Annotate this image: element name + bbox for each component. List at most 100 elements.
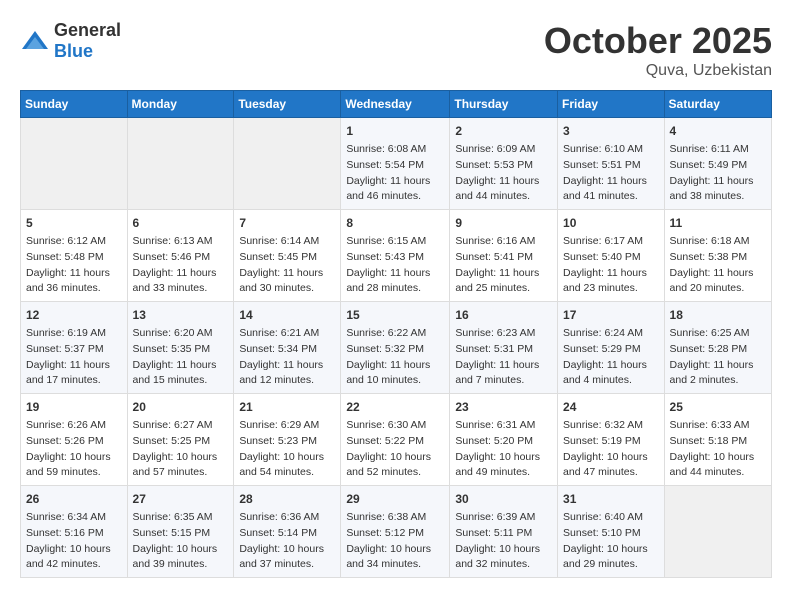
daylight-text: Daylight: 11 hours and 15 minutes. [133,359,217,387]
calendar-day-cell: 26Sunrise: 6:34 AMSunset: 5:16 PMDayligh… [21,486,128,578]
daylight-text: Daylight: 10 hours and 59 minutes. [26,451,111,479]
daylight-text: Daylight: 11 hours and 17 minutes. [26,359,110,387]
sunrise-text: Sunrise: 6:17 AM [563,235,643,247]
title-area: October 2025 Quva, Uzbekistan [544,20,772,80]
daylight-text: Daylight: 11 hours and 20 minutes. [670,267,754,295]
sunrise-text: Sunrise: 6:11 AM [670,143,749,155]
logo-text-blue: Blue [54,41,93,61]
logo: General Blue [20,20,121,62]
weekday-header-cell: Wednesday [341,91,450,118]
calendar-day-cell: 27Sunrise: 6:35 AMSunset: 5:15 PMDayligh… [127,486,234,578]
sunset-text: Sunset: 5:53 PM [455,159,533,171]
daylight-text: Daylight: 11 hours and 44 minutes. [455,175,539,203]
daylight-text: Daylight: 10 hours and 54 minutes. [239,451,324,479]
sunset-text: Sunset: 5:28 PM [670,343,748,355]
sunrise-text: Sunrise: 6:29 AM [239,419,319,431]
daylight-text: Daylight: 11 hours and 30 minutes. [239,267,323,295]
sunrise-text: Sunrise: 6:26 AM [26,419,106,431]
day-number: 13 [133,306,229,324]
calendar-day-cell: 7 Sunrise: 6:14 AM Sunset: 5:45 PM Daylight… [234,210,341,302]
calendar-week-row: 5Sunrise: 6:12 AMSunset: 5:48 PMDaylight… [21,210,772,302]
day-number: 20 [133,398,229,416]
calendar-day-cell: 19Sunrise: 6:26 AMSunset: 5:26 PMDayligh… [21,394,128,486]
day-number: 5 [26,214,122,232]
sunrise-text: Sunrise: 6:25 AM [670,327,750,339]
sunrise-text: Sunrise: 6:18 AM [670,235,750,247]
weekday-header-cell: Friday [558,91,665,118]
sunrise-text: Sunrise: 6:15 AM [346,235,426,247]
calendar-day-cell: 29Sunrise: 6:38 AMSunset: 5:12 PMDayligh… [341,486,450,578]
day-number: 19 [26,398,122,416]
calendar-day-cell: 20 Sunrise: 6:27 AM Sunset: 5:25 PM Dayligh… [127,394,234,486]
day-number: 11 [670,214,766,232]
sunrise-text: Sunrise: 6:31 AM [455,419,535,431]
weekday-header-cell: Tuesday [234,91,341,118]
daylight-text: Daylight: 11 hours and 33 minutes. [133,267,217,295]
calendar-day-cell: 23Sunrise: 6:31 AMSunset: 5:20 PMDayligh… [450,394,558,486]
day-number: 27 [133,490,229,508]
day-number: 23 [455,398,552,416]
day-number: 24 [563,398,659,416]
calendar-day-cell: 11 Sunrise: 6:18 AM Sunset: 5:38 PM Dayligh… [664,210,771,302]
day-number: 25 [670,398,766,416]
logo-icon [20,29,50,53]
daylight-text: Daylight: 11 hours and 2 minutes. [670,359,754,387]
sunset-text: Sunset: 5:16 PM [26,527,104,539]
day-number: 30 [455,490,552,508]
daylight-text: Daylight: 10 hours and 42 minutes. [26,543,111,571]
day-number: 22 [346,398,444,416]
sunset-text: Sunset: 5:54 PM [346,159,424,171]
day-number: 7 [239,214,335,232]
location-title: Quva, Uzbekistan [544,62,772,80]
weekday-header-cell: Monday [127,91,234,118]
calendar-day-cell: 4Sunrise: 6:11 AMSunset: 5:49 PMDaylight… [664,118,771,210]
daylight-text: Daylight: 10 hours and 37 minutes. [239,543,324,571]
sunrise-text: Sunrise: 6:12 AM [26,235,106,247]
calendar-day-cell [234,118,341,210]
sunrise-text: Sunrise: 6:20 AM [133,327,213,339]
sunrise-text: Sunrise: 6:34 AM [26,511,106,523]
calendar-day-cell: 25Sunrise: 6:33 AMSunset: 5:18 PMDayligh… [664,394,771,486]
daylight-text: Daylight: 10 hours and 57 minutes. [133,451,218,479]
sunset-text: Sunset: 5:20 PM [455,435,533,447]
sunset-text: Sunset: 5:38 PM [670,251,748,263]
calendar-day-cell: 18Sunrise: 6:25 AMSunset: 5:28 PMDayligh… [664,302,771,394]
daylight-text: Daylight: 10 hours and 39 minutes. [133,543,218,571]
sunrise-text: Sunrise: 6:27 AM [133,419,213,431]
day-number: 3 [563,122,659,140]
day-number: 10 [563,214,659,232]
sunset-text: Sunset: 5:35 PM [133,343,211,355]
sunset-text: Sunset: 5:40 PM [563,251,641,263]
calendar-week-row: 19Sunrise: 6:26 AMSunset: 5:26 PMDayligh… [21,394,772,486]
calendar-day-cell: 28Sunrise: 6:36 AMSunset: 5:14 PMDayligh… [234,486,341,578]
sunset-text: Sunset: 5:34 PM [239,343,317,355]
calendar-day-cell: 17Sunrise: 6:24 AMSunset: 5:29 PMDayligh… [558,302,665,394]
calendar-day-cell [127,118,234,210]
weekday-header-row: SundayMondayTuesdayWednesdayThursdayFrid… [21,91,772,118]
calendar-week-row: 1Sunrise: 6:08 AMSunset: 5:54 PMDaylight… [21,118,772,210]
daylight-text: Daylight: 11 hours and 23 minutes. [563,267,647,295]
day-number: 2 [455,122,552,140]
sunrise-text: Sunrise: 6:21 AM [239,327,319,339]
daylight-text: Daylight: 10 hours and 47 minutes. [563,451,648,479]
daylight-text: Daylight: 11 hours and 12 minutes. [239,359,323,387]
day-number: 21 [239,398,335,416]
sunrise-text: Sunrise: 6:24 AM [563,327,643,339]
sunset-text: Sunset: 5:22 PM [346,435,424,447]
sunset-text: Sunset: 5:45 PM [239,251,317,263]
sunset-text: Sunset: 5:51 PM [563,159,641,171]
day-number: 4 [670,122,766,140]
sunset-text: Sunset: 5:12 PM [346,527,424,539]
calendar-week-row: 26Sunrise: 6:34 AMSunset: 5:16 PMDayligh… [21,486,772,578]
day-number: 9 [455,214,552,232]
daylight-text: Daylight: 11 hours and 41 minutes. [563,175,647,203]
weekday-header-cell: Saturday [664,91,771,118]
sunset-text: Sunset: 5:37 PM [26,343,104,355]
sunrise-text: Sunrise: 6:14 AM [239,235,319,247]
sunrise-text: Sunrise: 6:35 AM [133,511,213,523]
daylight-text: Daylight: 10 hours and 29 minutes. [563,543,648,571]
calendar-table: SundayMondayTuesdayWednesdayThursdayFrid… [20,90,772,578]
sunset-text: Sunset: 5:46 PM [133,251,211,263]
sunset-text: Sunset: 5:25 PM [133,435,211,447]
calendar-day-cell: 13 Sunrise: 6:20 AM Sunset: 5:35 PM Dayligh… [127,302,234,394]
